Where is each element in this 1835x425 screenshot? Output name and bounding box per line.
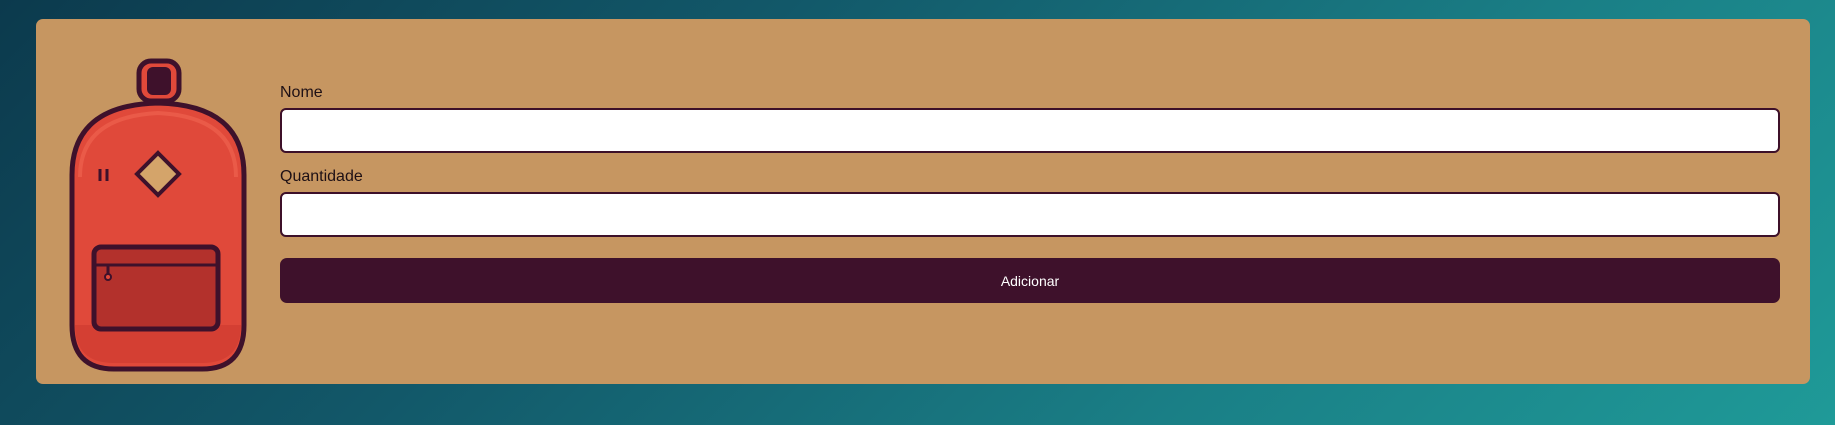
add-button[interactable]: Adicionar [280,258,1780,303]
add-item-form: Nome Quantidade Adicionar [280,83,1780,303]
form-card: Nome Quantidade Adicionar [36,19,1810,384]
quantity-label: Quantidade [280,168,363,185]
name-input[interactable] [280,108,1780,153]
quantity-input[interactable] [280,192,1780,237]
backpack-icon [66,57,250,373]
name-label: Nome [280,84,323,101]
